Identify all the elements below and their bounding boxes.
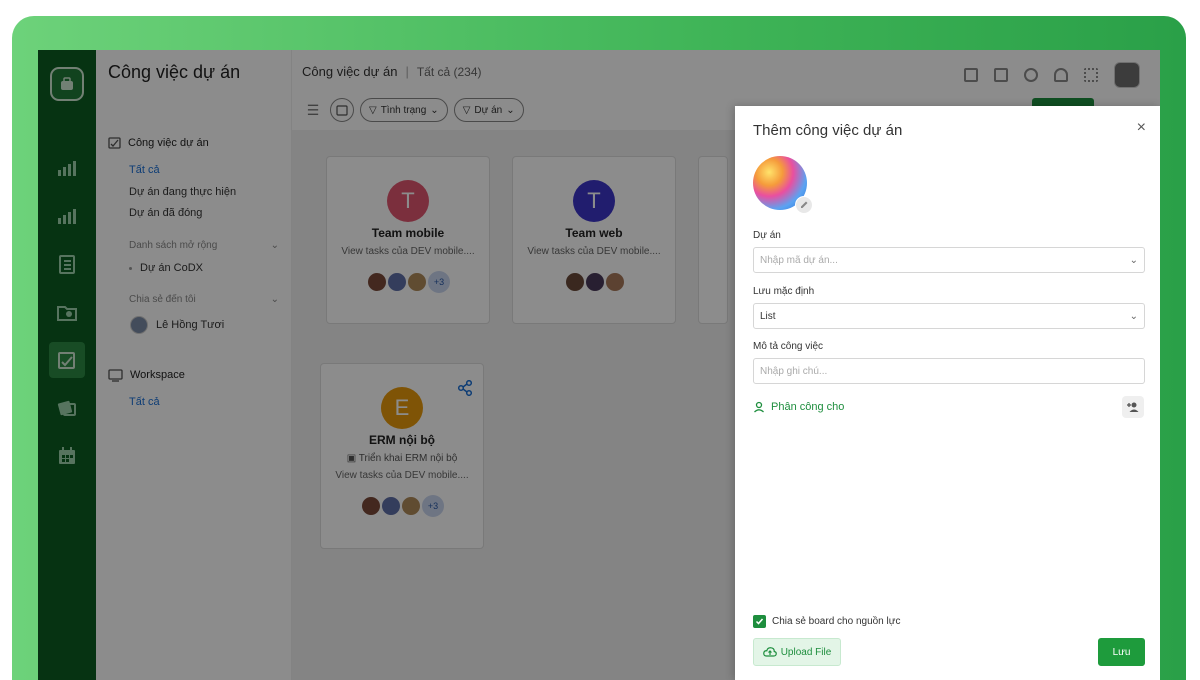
share-board-checkbox[interactable] bbox=[753, 615, 766, 628]
panel-title: Thêm công việc dự án bbox=[753, 122, 903, 139]
project-select[interactable]: Nhập mã dự án... ⌄ bbox=[753, 247, 1145, 273]
user-icon bbox=[754, 401, 764, 413]
pencil-icon[interactable] bbox=[795, 196, 813, 214]
app-frame: Công việc dự án Công việc dự án Tất cả D… bbox=[12, 16, 1186, 680]
add-project-task-panel: Thêm công việc dự án × Dự án Nhập mã dự … bbox=[735, 106, 1160, 680]
upload-file-button[interactable]: Upload File bbox=[753, 638, 841, 666]
add-user-icon bbox=[1127, 402, 1139, 412]
add-user-button[interactable] bbox=[1122, 396, 1144, 418]
share-board-checkbox-row[interactable]: Chia sẻ board cho nguồn lực bbox=[753, 615, 900, 628]
description-input[interactable]: Nhập ghi chú... bbox=[753, 358, 1145, 384]
project-label: Dự án bbox=[753, 230, 781, 241]
default-view-value: List bbox=[760, 310, 776, 322]
project-placeholder: Nhập mã dự án... bbox=[760, 254, 838, 266]
share-board-label: Chia sẻ board cho nguồn lực bbox=[772, 616, 901, 627]
assign-label: Phân công cho bbox=[771, 401, 845, 413]
default-view-label: Lưu mặc định bbox=[753, 286, 815, 297]
app-window: Công việc dự án Công việc dự án Tất cả D… bbox=[38, 50, 1160, 680]
description-label: Mô tả công việc bbox=[753, 341, 824, 352]
assign-to[interactable]: Phân công cho bbox=[753, 401, 844, 413]
default-view-select[interactable]: List ⌄ bbox=[753, 303, 1145, 329]
chevron-down-icon: ⌄ bbox=[1129, 254, 1138, 266]
save-button[interactable]: Lưu bbox=[1098, 638, 1145, 666]
upload-file-label: Upload File bbox=[780, 646, 832, 658]
close-icon[interactable]: × bbox=[1137, 119, 1146, 137]
description-placeholder: Nhập ghi chú... bbox=[760, 365, 828, 377]
chevron-down-icon: ⌄ bbox=[1129, 310, 1138, 322]
cloud-upload-icon bbox=[762, 647, 777, 657]
